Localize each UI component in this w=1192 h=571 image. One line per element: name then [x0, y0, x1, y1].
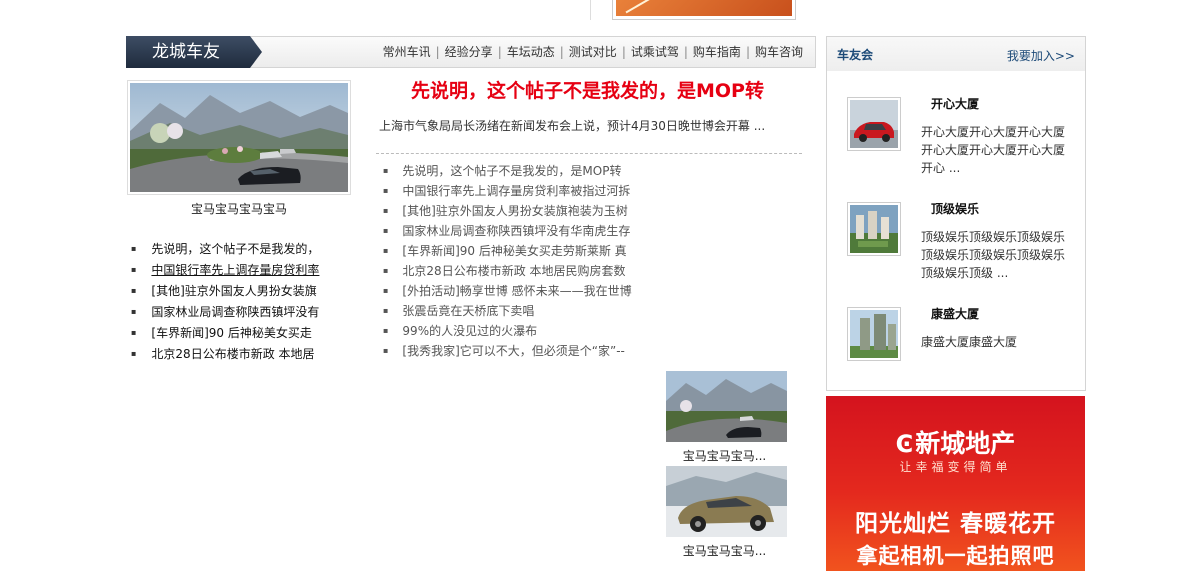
- headline-summary: 上海市气象局局长汤绪在新闻发布会上说，预计4月30日晚世博会开幕 ...: [379, 119, 766, 133]
- middle-news-list: 先说明，这个帖子不是我发的，是MOP转 中国银行率先上调存量房贷利率被指过河拆 …: [383, 161, 663, 361]
- list-item[interactable]: 国家林业局调查称陕西镇坪没有: [131, 301, 346, 322]
- club-item-name[interactable]: 康盛大厦: [931, 305, 979, 322]
- headline-link[interactable]: 先说明，这个帖子不是我发的，是MOP转: [375, 76, 800, 103]
- club-item-name[interactable]: 开心大厦: [931, 95, 979, 112]
- news-link[interactable]: 国家林业局调查称陕西镇坪没有华南虎生存: [402, 224, 630, 238]
- nav-link-test-drive[interactable]: 试乘试驾: [631, 45, 679, 59]
- dashed-divider: [376, 153, 802, 154]
- club-item-name[interactable]: 顶级娱乐: [931, 200, 979, 217]
- news-link[interactable]: [车界新闻]90 后神秘美女买走劳斯莱斯 真: [402, 244, 626, 258]
- news-link[interactable]: [外拍活动]畅享世博 感怀未来——我在世博: [402, 284, 631, 298]
- top-banner[interactable]: [612, 0, 796, 20]
- news-link[interactable]: 先说明，这个帖子不是我发的，: [151, 242, 319, 256]
- nav-link-experience[interactable]: 经验分享: [445, 45, 493, 59]
- news-link[interactable]: [我秀我家]它可以不大，但必须是个“家”--: [402, 344, 624, 358]
- ad-subheadline: 拿起相机一起拍照吧: [856, 544, 1055, 568]
- nav-link-forum-news[interactable]: 车坛动态: [507, 45, 555, 59]
- news-link[interactable]: 中国银行率先上调存量房贷利率被指过河拆: [402, 184, 630, 198]
- ad-headline: 阳光灿烂 春暖花开: [854, 511, 1056, 537]
- list-item[interactable]: 张震岳竟在天桥底下卖唱: [383, 301, 663, 321]
- list-item[interactable]: 北京28日公布楼市新政 本地居: [131, 343, 346, 364]
- section-title: 龙城车友: [126, 36, 262, 68]
- featured-photo[interactable]: [127, 80, 351, 195]
- car-club-title: 车友会: [837, 48, 874, 62]
- list-item[interactable]: [其他]驻京外国友人男扮女装旗: [131, 280, 346, 301]
- news-link[interactable]: [车界新闻]90 后神秘美女买走: [151, 326, 311, 340]
- club-item-desc: 康盛大厦康盛大厦: [921, 335, 1018, 349]
- news-link[interactable]: 北京28日公布楼市新政 本地居: [151, 347, 314, 361]
- list-item[interactable]: [车界新闻]90 后神秘美女买走: [131, 322, 346, 343]
- ad-brand-logo: Ͼ新城地产: [826, 424, 1085, 460]
- news-link[interactable]: [其他]驻京外国友人男扮女装旗袍装为玉树: [402, 204, 627, 218]
- top-banner-image: [616, 0, 792, 16]
- section-nav: 常州车讯 | 经验分享 | 车坛动态 | 测试对比 | 试乘试驾 | 购车指南 | 购车咨询: [383, 37, 803, 67]
- list-item[interactable]: [外拍活动]畅享世博 感怀未来——我在世博: [383, 281, 663, 301]
- car-club-header: 车友会 我要加入>>: [827, 37, 1085, 71]
- join-link[interactable]: 我要加入>>: [1007, 47, 1075, 64]
- list-item[interactable]: 先说明，这个帖子不是我发的，是MOP转: [383, 161, 663, 181]
- nav-link-buying-consult[interactable]: 购车咨询: [755, 45, 803, 59]
- club-item-desc: 顶级娱乐顶级娱乐顶级娱乐顶级娱乐顶级娱乐顶级娱乐顶级娱乐顶级 ...: [921, 230, 1066, 280]
- club-item-image[interactable]: [847, 307, 901, 361]
- brand-mark-icon: Ͼ: [895, 430, 914, 458]
- left-news-list: 先说明，这个帖子不是我发的， 中国银行率先上调存量房贷利率 [其他]驻京外国友人…: [131, 238, 346, 364]
- list-item[interactable]: 先说明，这个帖子不是我发的，: [131, 238, 346, 259]
- list-item[interactable]: 中国银行率先上调存量房贷利率: [131, 259, 346, 280]
- bmw-road-thumbnail[interactable]: [666, 371, 787, 442]
- news-link[interactable]: [其他]驻京外国友人男扮女装旗: [151, 284, 316, 298]
- news-link[interactable]: 先说明，这个帖子不是我发的，是MOP转: [402, 164, 621, 178]
- thumbnail-caption[interactable]: 宝马宝马宝马...: [664, 542, 785, 559]
- top-divider: [590, 0, 591, 20]
- news-link[interactable]: 北京28日公布楼市新政 本地居民购房套数: [402, 264, 625, 278]
- list-item[interactable]: 99%的人没见过的火瀑布: [383, 321, 663, 341]
- club-item-desc: 开心大厦开心大厦开心大厦开心大厦开心大厦开心大厦开心 ...: [921, 125, 1066, 175]
- nav-link-car-news[interactable]: 常州车讯: [383, 45, 431, 59]
- nav-separator: |: [497, 45, 502, 59]
- car-club-panel: 车友会 我要加入>> 开心大厦 开心大厦开心大厦开心大厦开心大厦开心大厦开心大厦…: [826, 36, 1086, 391]
- list-item[interactable]: 中国银行率先上调存量房贷利率被指过河拆: [383, 181, 663, 201]
- news-link[interactable]: 张震岳竟在天桥底下卖唱: [402, 304, 534, 318]
- nav-link-buying-guide[interactable]: 购车指南: [693, 45, 741, 59]
- nav-separator: |: [559, 45, 564, 59]
- nav-separator: |: [621, 45, 626, 59]
- list-item[interactable]: 北京28日公布楼市新政 本地居民购房套数: [383, 261, 663, 281]
- nav-separator: |: [683, 45, 688, 59]
- section-header: 龙城车友 常州车讯 | 经验分享 | 车坛动态 | 测试对比 | 试乘试驾 | 购车指南 | 购车咨询: [126, 36, 816, 68]
- news-link[interactable]: 中国银行率先上调存量房贷利率: [151, 263, 319, 277]
- bmw-road-photo: [130, 83, 348, 192]
- featured-photo-caption[interactable]: 宝马宝马宝马宝马: [127, 200, 351, 217]
- news-link[interactable]: 99%的人没见过的火瀑布: [402, 324, 537, 338]
- ad-slogan: 让幸福变得简单: [899, 460, 1012, 474]
- list-item[interactable]: [车界新闻]90 后神秘美女买走劳斯莱斯 真: [383, 241, 663, 261]
- nav-separator: |: [435, 45, 440, 59]
- list-item[interactable]: [我秀我家]它可以不大，但必须是个“家”--: [383, 341, 663, 361]
- thumbnail-caption[interactable]: 宝马宝马宝马...: [664, 447, 785, 464]
- real-estate-ad-banner[interactable]: Ͼ新城地产 让幸福变得简单 阳光灿烂 春暖花开 拿起相机一起拍照吧: [826, 396, 1085, 571]
- ad-brand-name: 新城地产: [915, 429, 1016, 458]
- list-item[interactable]: [其他]驻京外国友人男扮女装旗袍装为玉树: [383, 201, 663, 221]
- nav-link-test-compare[interactable]: 测试对比: [569, 45, 617, 59]
- bmw-suv-thumbnail[interactable]: [666, 466, 787, 537]
- club-item-image[interactable]: [847, 97, 901, 151]
- news-link[interactable]: 国家林业局调查称陕西镇坪没有: [151, 305, 319, 319]
- club-item-image[interactable]: [847, 202, 901, 256]
- nav-separator: |: [745, 45, 750, 59]
- list-item[interactable]: 国家林业局调查称陕西镇坪没有华南虎生存: [383, 221, 663, 241]
